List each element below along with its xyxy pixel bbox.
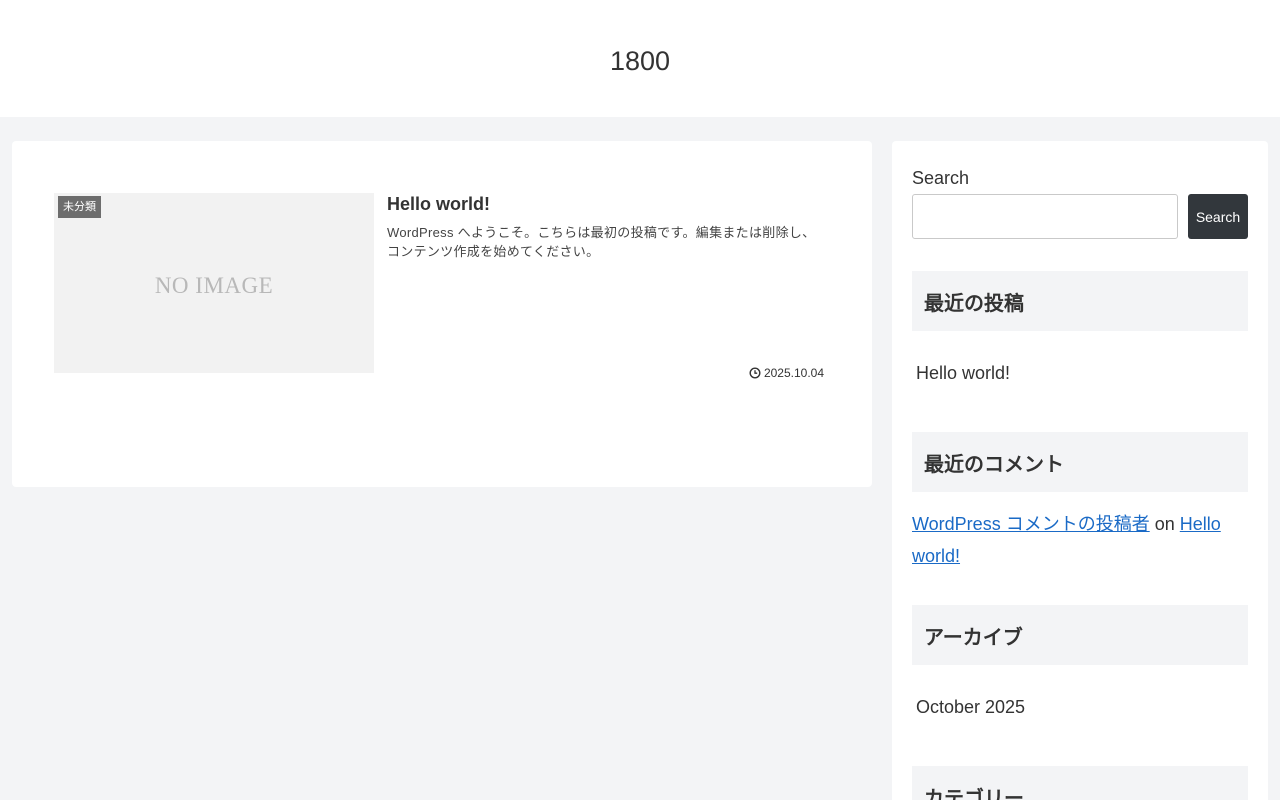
category-label: 未分類: [58, 196, 101, 218]
site-header: 1800: [0, 0, 1280, 117]
archives-title: アーカイブ: [912, 605, 1248, 665]
post-date-text: 2025.10.04: [763, 366, 824, 380]
search-button[interactable]: Search: [1188, 194, 1248, 239]
search-input[interactable]: [912, 194, 1178, 239]
comment-connector: on: [1154, 514, 1175, 534]
archive-link[interactable]: October 2025: [916, 697, 1025, 718]
site-title[interactable]: 1800: [610, 46, 670, 77]
main-content: NO IMAGE 未分類 Hello world! WordPress へようこ…: [12, 141, 872, 487]
post-card[interactable]: NO IMAGE 未分類 Hello world! WordPress へようこ…: [54, 193, 826, 380]
clock-icon: [749, 367, 761, 379]
recent-posts-title: 最近の投稿: [912, 271, 1248, 331]
post-date: 2025.10.04: [749, 366, 824, 380]
recent-comments-title: 最近のコメント: [912, 432, 1248, 492]
post-snippet: WordPress へようこそ。こちらは最初の投稿です。編集または削除し、コンテ…: [387, 225, 816, 259]
post-title[interactable]: Hello world!: [387, 193, 490, 215]
comment-author-link[interactable]: WordPress コメントの投稿者: [912, 514, 1150, 534]
recent-post-link[interactable]: Hello world!: [916, 363, 1010, 384]
search-label: Search: [912, 168, 970, 188]
post-thumbnail[interactable]: NO IMAGE 未分類: [54, 193, 374, 373]
recent-comment: WordPress コメントの投稿者 on Hello world!: [912, 508, 1242, 572]
sidebar: Search Search 最近の投稿 Hello world! 最近のコメント…: [892, 141, 1268, 800]
categories-title: カテゴリー: [912, 766, 1248, 800]
no-image-placeholder: NO IMAGE: [154, 273, 274, 298]
